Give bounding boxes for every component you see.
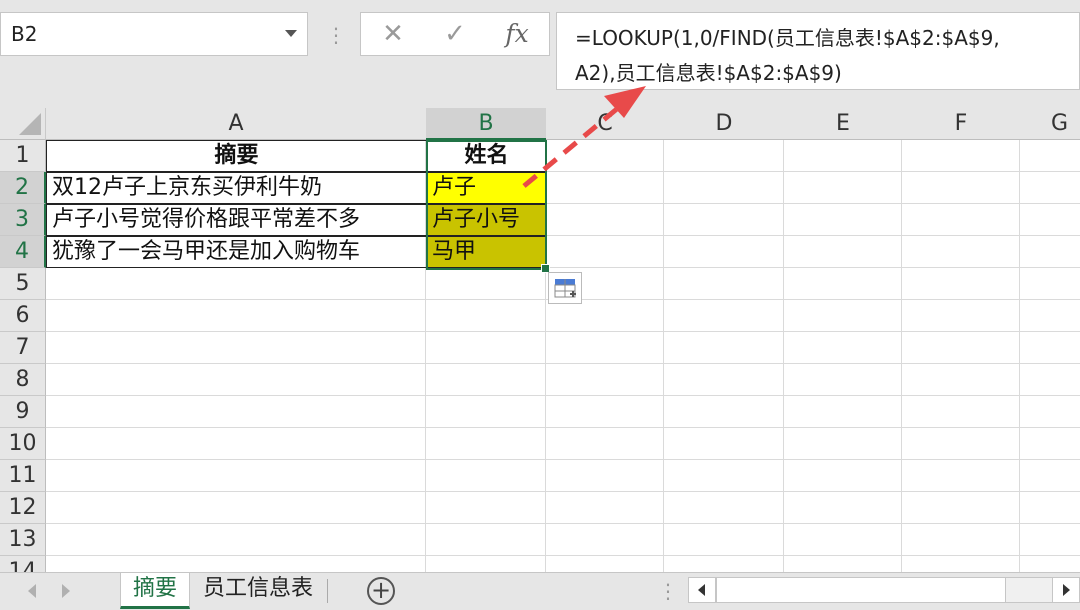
row-header-10[interactable]: 10 [0,428,46,460]
row-header-9[interactable]: 9 [0,396,46,428]
cell-B3[interactable]: 卢子小号 [426,204,547,236]
cell-A1[interactable]: 摘要 [46,140,427,172]
row-header-8[interactable]: 8 [0,364,46,396]
cell-B2[interactable]: 卢子 [426,172,547,204]
scroll-track[interactable] [1006,577,1052,603]
sheet-tab-staff-info[interactable]: 员工信息表 [192,573,324,609]
scroll-thumb[interactable] [716,577,1006,603]
row-header-3[interactable]: 3 [0,204,46,236]
column-header-b[interactable]: B [426,108,547,140]
row-header-6[interactable]: 6 [0,300,46,332]
select-all-corner[interactable] [0,108,46,140]
fx-icon[interactable]: fx [495,13,539,55]
row-header-5[interactable]: 5 [0,268,46,300]
formula-input[interactable]: =LOOKUP(1,0/FIND(员工信息表!$A$2:$A$9, A2),员工… [556,12,1080,90]
row-header-14[interactable]: 14 [0,556,46,572]
cell-A4[interactable]: 犹豫了一会马甲还是加入购物车 [46,236,427,268]
column-header-g[interactable]: G [1020,108,1080,140]
spreadsheet-grid[interactable]: ABCDEFG 1 2 3 4 5 6 7 8 9 10 11 12 13 14 摘要 姓名 双12卢子上… [0,108,1080,572]
column-header-e[interactable]: E [784,108,903,140]
dropdown-arrow-icon[interactable] [285,30,297,37]
formula-bar-grip[interactable]: ⋮ [326,18,346,52]
column-header-a[interactable]: A [46,108,427,140]
formula-line-1: =LOOKUP(1,0/FIND(员工信息表!$A$2:$A$9, [575,26,1000,50]
sheet-tab-summary[interactable]: 摘要 [120,573,190,609]
row-header-11[interactable]: 11 [0,460,46,492]
row-header-12[interactable]: 12 [0,492,46,524]
column-header-f[interactable]: F [902,108,1021,140]
plus-circle-icon[interactable]: + [367,577,395,605]
row-header-1[interactable]: 1 [0,140,46,172]
formula-line-2: A2),员工信息表!$A$2:$A$9) [575,61,842,85]
sheet-tab-bar: 摘要 员工信息表 + ⋮ [0,572,1080,610]
sheet-prev-icon[interactable] [28,584,36,598]
scroll-right-icon[interactable] [1052,577,1080,603]
cell-B4[interactable]: 马甲 [426,236,547,268]
row-header-4[interactable]: 4 [0,236,46,268]
tab-split-grip[interactable]: ⋮ [658,576,678,606]
row-header-13[interactable]: 13 [0,524,46,556]
scroll-left-icon[interactable] [688,577,716,603]
horizontal-scrollbar[interactable] [684,575,1080,607]
sheet-next-icon[interactable] [62,584,70,598]
column-header-d[interactable]: D [664,108,785,140]
quick-analysis-icon[interactable] [548,272,582,304]
row-header-7[interactable]: 7 [0,332,46,364]
cell-B1[interactable]: 姓名 [426,140,547,172]
cancel-icon[interactable]: ✕ [373,13,413,55]
row-header-2[interactable]: 2 [0,172,46,204]
column-header-c[interactable]: C [546,108,665,140]
cell-A3[interactable]: 卢子小号觉得价格跟平常差不多 [46,204,427,236]
name-box[interactable]: B2 [0,12,308,56]
formula-buttons: ✕ ✓ fx [360,12,550,56]
enter-icon[interactable]: ✓ [435,13,475,55]
cell-A2[interactable]: 双12卢子上京东买伊利牛奶 [46,172,427,204]
name-box-value: B2 [11,22,38,46]
